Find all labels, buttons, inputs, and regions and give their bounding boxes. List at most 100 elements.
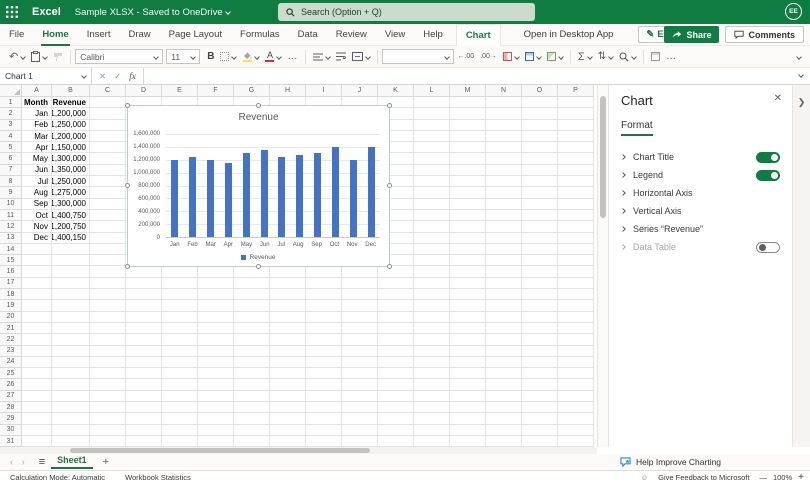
cell-A20[interactable] xyxy=(22,311,52,323)
undo-button[interactable]: ↶ xyxy=(6,48,28,66)
cell-I19[interactable] xyxy=(306,300,342,312)
cell-P25[interactable] xyxy=(558,368,594,380)
panel-tab-format[interactable]: Format xyxy=(621,120,653,136)
cell-N17[interactable] xyxy=(486,277,522,290)
cell-D16[interactable] xyxy=(126,266,162,278)
cell-H28[interactable] xyxy=(270,402,306,414)
cell-J29[interactable] xyxy=(342,413,378,425)
vertical-scrollbar-thumb[interactable] xyxy=(600,96,606,218)
cell-M26[interactable] xyxy=(450,379,486,391)
cell-J20[interactable] xyxy=(342,311,378,323)
cell-E25[interactable] xyxy=(162,368,198,380)
resize-handle-se[interactable] xyxy=(387,264,392,269)
find-dropdown[interactable] xyxy=(616,48,639,66)
row-header-17[interactable]: 17 xyxy=(0,277,22,290)
cell-N16[interactable] xyxy=(486,266,522,278)
cell-O2[interactable] xyxy=(522,108,558,120)
cell-D27[interactable] xyxy=(126,390,162,403)
expand-chevron-icon[interactable] xyxy=(620,190,626,196)
cell-L25[interactable] xyxy=(414,368,450,380)
cell-D19[interactable] xyxy=(126,300,162,312)
cell-H16[interactable] xyxy=(270,266,306,278)
cell-A14[interactable] xyxy=(22,243,52,256)
cell-L12[interactable] xyxy=(414,221,450,233)
cell-O8[interactable] xyxy=(522,176,558,188)
close-panel-icon[interactable]: ✕ xyxy=(774,93,782,104)
column-header-a[interactable]: A xyxy=(22,85,52,97)
cell-N14[interactable] xyxy=(486,243,522,256)
cell-O18[interactable] xyxy=(522,289,558,301)
row-header-28[interactable]: 28 xyxy=(0,402,22,414)
cell-B20[interactable] xyxy=(52,311,90,323)
cell-E22[interactable] xyxy=(162,334,198,346)
cell-O4[interactable] xyxy=(522,130,558,143)
font-color-dropdown[interactable]: A xyxy=(262,48,284,66)
cell-F31[interactable] xyxy=(198,435,234,447)
cell-P14[interactable] xyxy=(558,243,594,256)
cell-N20[interactable] xyxy=(486,311,522,323)
cell-A31[interactable] xyxy=(22,435,52,447)
cell-A15[interactable] xyxy=(22,255,52,267)
row-header-20[interactable]: 20 xyxy=(0,311,22,323)
cell-M12[interactable] xyxy=(450,221,486,233)
cell-P28[interactable] xyxy=(558,402,594,414)
cell-A21[interactable] xyxy=(22,322,52,335)
cell-N9[interactable] xyxy=(486,187,522,199)
cell-I29[interactable] xyxy=(306,413,342,425)
expand-chevron-icon[interactable] xyxy=(620,208,626,214)
select-all-corner[interactable] xyxy=(0,85,22,97)
cell-M18[interactable] xyxy=(450,289,486,301)
cell-M16[interactable] xyxy=(450,266,486,278)
cell-N12[interactable] xyxy=(486,221,522,233)
tab-formulas[interactable]: Formulas xyxy=(231,24,289,46)
cell-O11[interactable] xyxy=(522,209,558,222)
panel-item-chart-title[interactable]: Chart Title xyxy=(620,148,780,166)
cell-I21[interactable] xyxy=(306,322,342,335)
sort-filter-dropdown[interactable]: ⇅ xyxy=(595,48,616,66)
cell-B28[interactable] xyxy=(52,402,90,414)
cell-C2[interactable] xyxy=(90,108,126,120)
cell-K28[interactable] xyxy=(378,402,414,414)
cell-C26[interactable] xyxy=(90,379,126,391)
cell-C1[interactable] xyxy=(90,97,126,109)
cell-L10[interactable] xyxy=(414,198,450,210)
cell-B3[interactable]: 1,250,000 xyxy=(52,119,90,131)
number-format-select[interactable] xyxy=(382,49,455,64)
cell-C9[interactable] xyxy=(90,187,126,199)
cell-H21[interactable] xyxy=(270,322,306,335)
cell-N15[interactable] xyxy=(486,255,522,267)
add-sheet-button[interactable]: + xyxy=(93,456,119,468)
cell-I27[interactable] xyxy=(306,390,342,403)
cell-C7[interactable] xyxy=(90,164,126,177)
row-header-31[interactable]: 31 xyxy=(0,435,22,447)
cell-M6[interactable] xyxy=(450,153,486,165)
cell-G24[interactable] xyxy=(234,356,270,369)
cell-F27[interactable] xyxy=(198,390,234,403)
bar-jun[interactable] xyxy=(260,150,268,237)
cell-N23[interactable] xyxy=(486,345,522,357)
cell-N25[interactable] xyxy=(486,368,522,380)
cell-A11[interactable]: Oct xyxy=(22,209,52,222)
cell-P8[interactable] xyxy=(558,176,594,188)
cell-E20[interactable] xyxy=(162,311,198,323)
cell-O27[interactable] xyxy=(522,390,558,403)
cell-B22[interactable] xyxy=(52,334,90,346)
cell-O6[interactable] xyxy=(522,153,558,165)
cell-J31[interactable] xyxy=(342,435,378,447)
cell-I24[interactable] xyxy=(306,356,342,369)
cell-E23[interactable] xyxy=(162,345,198,357)
cell-B30[interactable] xyxy=(52,424,90,436)
give-feedback-button[interactable]: Give Feedback to Microsoft xyxy=(658,473,749,482)
toolbar-overflow-button[interactable]: … xyxy=(663,48,680,66)
cell-B23[interactable] xyxy=(52,345,90,357)
row-header-8[interactable]: 8 xyxy=(0,176,22,188)
cell-G31[interactable] xyxy=(234,435,270,447)
cell-J26[interactable] xyxy=(342,379,378,391)
cell-L27[interactable] xyxy=(414,390,450,403)
row-header-12[interactable]: 12 xyxy=(0,221,22,233)
toggle-on[interactable] xyxy=(756,151,780,163)
tab-file[interactable]: File xyxy=(0,24,33,46)
cell-C25[interactable] xyxy=(90,368,126,380)
cell-B21[interactable] xyxy=(52,322,90,335)
fill-color-dropdown[interactable] xyxy=(239,48,262,66)
